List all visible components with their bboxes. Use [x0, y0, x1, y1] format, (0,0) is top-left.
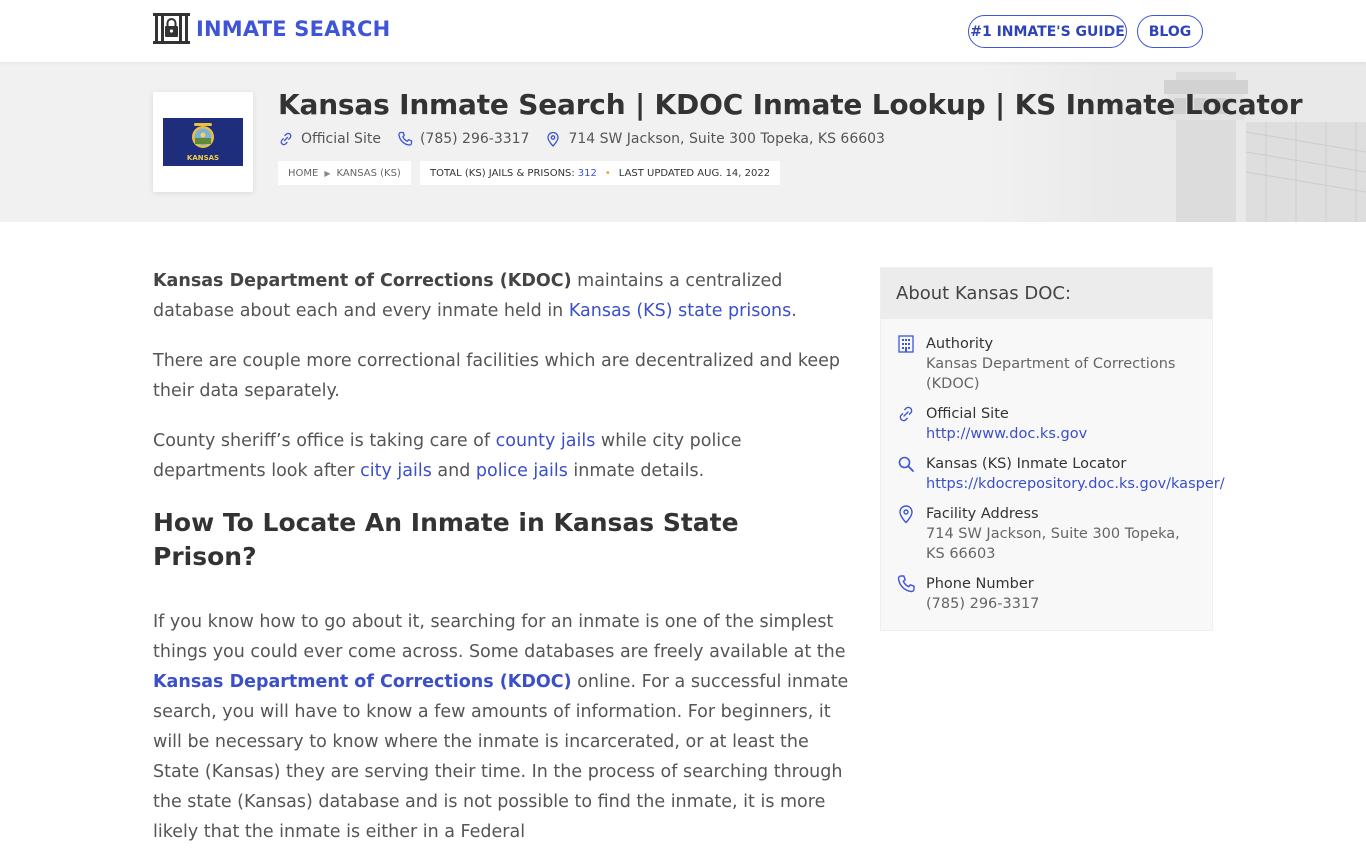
authority-label: Authority	[926, 336, 994, 352]
phone-link[interactable]: (785) 296-3317	[397, 131, 530, 147]
city-jails-link[interactable]: city jails	[360, 461, 432, 481]
top-navigation-bar: INMATE SEARCH #1 INMATE'S GUIDE BLOG	[0, 0, 1366, 62]
search-guide-paragraph: If you know how to go about it, searchin…	[153, 612, 849, 842]
breadcrumb-home[interactable]: HOME	[288, 168, 318, 179]
map-pin-icon	[547, 131, 560, 147]
locate-inmate-heading: How To Locate An Inmate in Kansas State …	[153, 508, 739, 571]
site-logo-link[interactable]: INMATE SEARCH	[153, 13, 390, 44]
flag-state-name: KANSAS	[186, 154, 220, 162]
address-text: 714 SW Jackson, Suite 300 Topeka, KS 666…	[568, 131, 885, 147]
stats-separator-dot: •	[604, 167, 611, 179]
official-site-label: Official Site	[926, 406, 1009, 422]
site-logo-text: INMATE SEARCH	[196, 16, 391, 41]
address-item: 714 SW Jackson, Suite 300 Topeka, KS 666…	[545, 131, 885, 147]
facility-address-label: Facility Address	[926, 506, 1039, 522]
blog-button[interactable]: BLOG	[1137, 15, 1203, 48]
sidebar-item-authority: Authority Kansas Department of Correctio…	[896, 334, 1197, 394]
official-site-label: Official Site	[301, 131, 381, 147]
authority-value: Kansas Department of Corrections (KDOC)	[926, 356, 1176, 392]
kdoc-link[interactable]: Kansas Department of Corrections (KDOC)	[153, 672, 572, 692]
phone-value: (785) 296-3317	[926, 596, 1040, 612]
inmates-guide-button[interactable]: #1 INMATE'S GUIDE	[968, 15, 1127, 48]
facility-address-value: 714 SW Jackson, Suite 300 Topeka, KS 666…	[926, 526, 1180, 562]
page-hero: KANSAS Kansas Inmate Search | KDOC Inmat…	[0, 62, 1366, 222]
link-icon	[899, 406, 913, 422]
kdoc-strong: Kansas Department of Corrections (KDOC)	[153, 271, 572, 291]
kansas-flag-image: KANSAS	[163, 118, 243, 166]
phone-icon	[398, 131, 413, 146]
prison-tower-background-image	[986, 62, 1366, 222]
main-article: Kansas Department of Corrections (KDOC) …	[153, 266, 849, 867]
official-site-link[interactable]: Official Site	[278, 131, 381, 147]
search-icon	[898, 456, 914, 472]
county-jails-link[interactable]: county jails	[496, 431, 596, 451]
breadcrumb: HOME ▶ KANSAS (KS)	[278, 161, 411, 185]
map-pin-icon	[899, 505, 913, 524]
breadcrumb-separator-icon: ▶	[324, 168, 331, 178]
jails-paragraph: County sheriff’s office is taking care o…	[153, 431, 742, 481]
link-icon	[280, 132, 292, 146]
state-flag-card: KANSAS	[153, 92, 253, 192]
phone-icon	[897, 575, 915, 593]
intro-paragraph: Kansas Department of Corrections (KDOC) …	[153, 271, 797, 321]
prison-lock-logo-icon	[153, 13, 190, 44]
facility-stats: TOTAL (KS) JAILS & PRISONS: 312 • LAST U…	[420, 161, 781, 185]
sidebar-item-official-site: Official Site http://www.doc.ks.gov	[896, 404, 1197, 444]
building-icon	[898, 335, 914, 353]
official-site-url-link[interactable]: http://www.doc.ks.gov	[926, 426, 1087, 442]
phone-number: (785) 296-3317	[419, 131, 530, 147]
total-facilities-label: TOTAL (KS) JAILS & PRISONS:	[430, 167, 575, 179]
breadcrumb-state[interactable]: KANSAS (KS)	[337, 168, 401, 179]
inmate-locator-url-link[interactable]: https://kdocrepository.doc.ks.gov/kasper…	[926, 476, 1225, 492]
decentralized-paragraph: There are couple more correctional facil…	[153, 351, 841, 401]
sidebar-item-phone: Phone Number (785) 296-3317	[896, 574, 1197, 614]
sidebar-title: About Kansas DOC:	[881, 268, 1212, 319]
sidebar-item-inmate-locator: Kansas (KS) Inmate Locator https://kdocr…	[896, 454, 1225, 494]
police-jails-link[interactable]: police jails	[476, 461, 568, 481]
sidebar-info-list: Authority Kansas Department of Correctio…	[881, 319, 1225, 630]
inmate-locator-label: Kansas (KS) Inmate Locator	[926, 456, 1127, 472]
state-prisons-link[interactable]: Kansas (KS) state prisons	[569, 301, 791, 321]
phone-label: Phone Number	[926, 576, 1034, 592]
contact-meta: Official Site (785) 296-3317 714 SW Jack…	[278, 131, 901, 147]
about-doc-sidebar: About Kansas DOC: Authority Kansas Depar…	[880, 267, 1225, 631]
total-facilities-value: 312	[577, 167, 597, 179]
page-title: Kansas Inmate Search | KDOC Inmate Looku…	[278, 88, 1303, 121]
last-updated: LAST UPDATED AUG. 14, 2022	[618, 167, 771, 179]
sidebar-item-facility-address: Facility Address 714 SW Jackson, Suite 3…	[896, 504, 1197, 564]
